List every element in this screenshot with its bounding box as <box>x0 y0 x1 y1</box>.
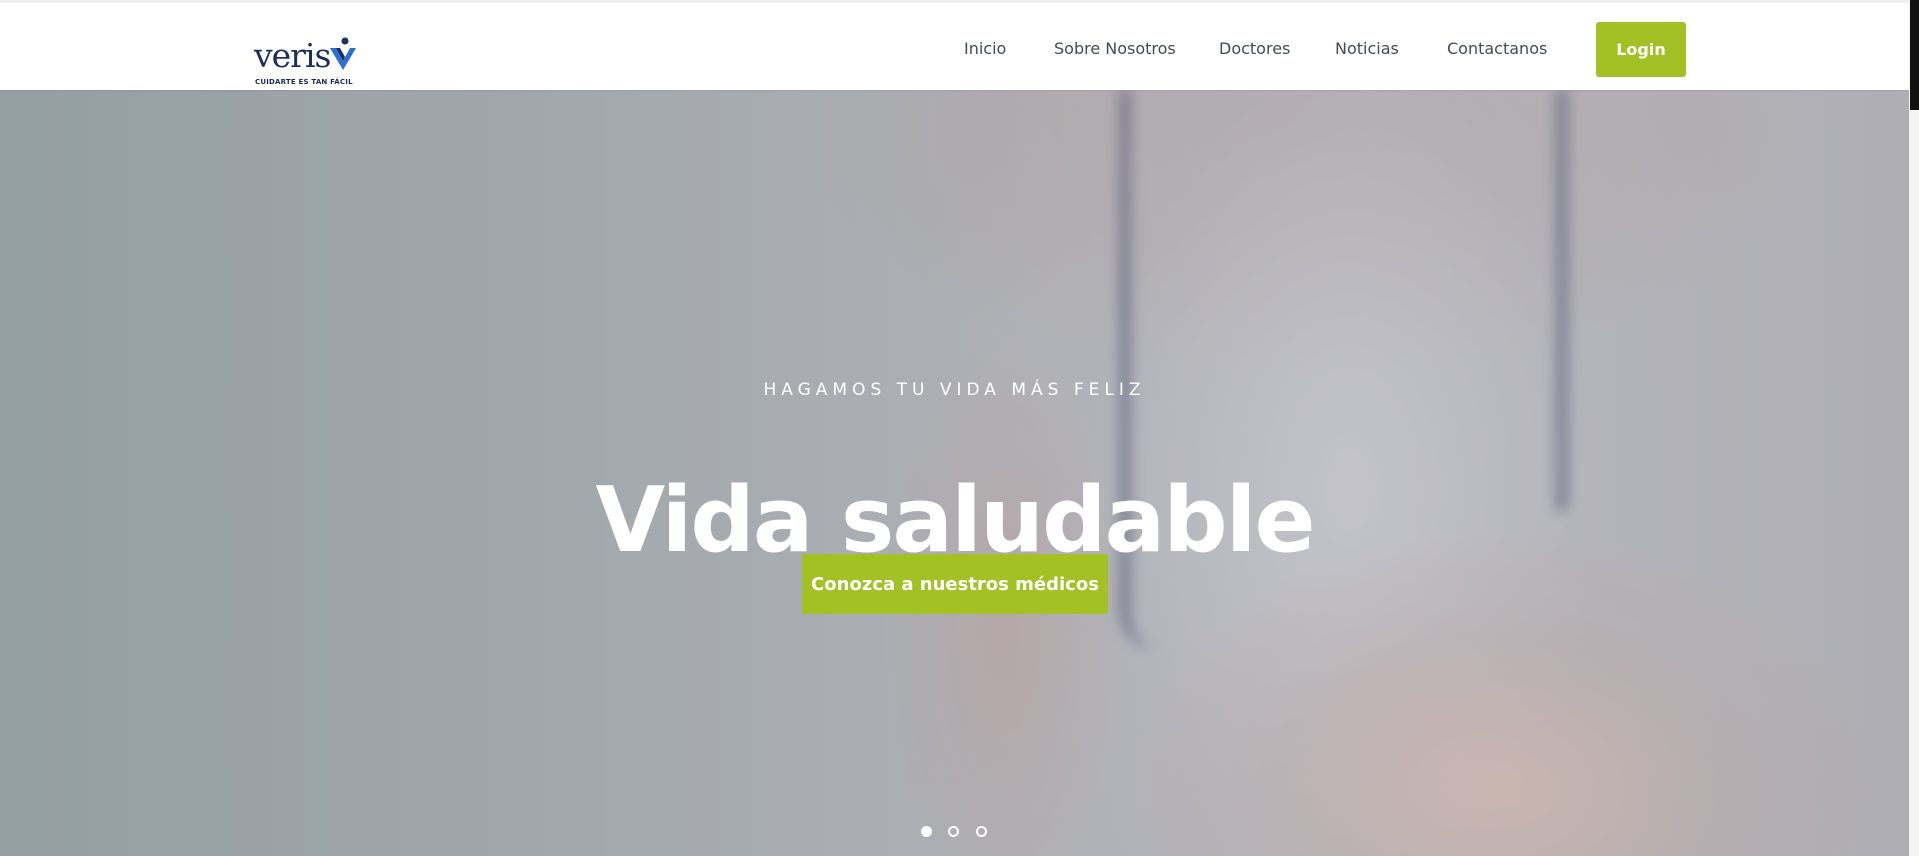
meet-doctors-button[interactable]: Conozca a nuestros médicos <box>802 554 1108 614</box>
slider-pagination <box>921 826 1001 840</box>
slider-dot-2[interactable] <box>948 826 959 837</box>
page: veris CUIDARTE ES TAN FÁCIL Inicio Sobre… <box>0 0 1919 856</box>
hero-content: HAGAMOS TU VIDA MÁS FELIZ Vida saludable… <box>0 90 1909 856</box>
nav-item-doctores[interactable]: Doctores <box>1219 39 1290 58</box>
slider-dot-1[interactable] <box>921 826 932 837</box>
hero-eyebrow: HAGAMOS TU VIDA MÁS FELIZ <box>763 380 1146 400</box>
nav-item-noticias[interactable]: Noticias <box>1335 39 1399 58</box>
page-scrollbar[interactable] <box>1909 0 1919 856</box>
main-nav: Inicio Sobre Nosotros Doctores Noticias … <box>0 3 1909 93</box>
nav-item-sobre-nosotros[interactable]: Sobre Nosotros <box>1054 39 1176 58</box>
nav-item-inicio[interactable]: Inicio <box>964 39 1006 58</box>
hero-slider: HAGAMOS TU VIDA MÁS FELIZ Vida saludable… <box>0 90 1909 856</box>
login-button[interactable]: Login <box>1596 22 1686 77</box>
scrollbar-thumb[interactable] <box>1910 0 1919 110</box>
nav-item-contactanos[interactable]: Contactanos <box>1447 39 1547 58</box>
site-header: veris CUIDARTE ES TAN FÁCIL Inicio Sobre… <box>0 0 1909 90</box>
slider-dot-3[interactable] <box>976 826 987 837</box>
